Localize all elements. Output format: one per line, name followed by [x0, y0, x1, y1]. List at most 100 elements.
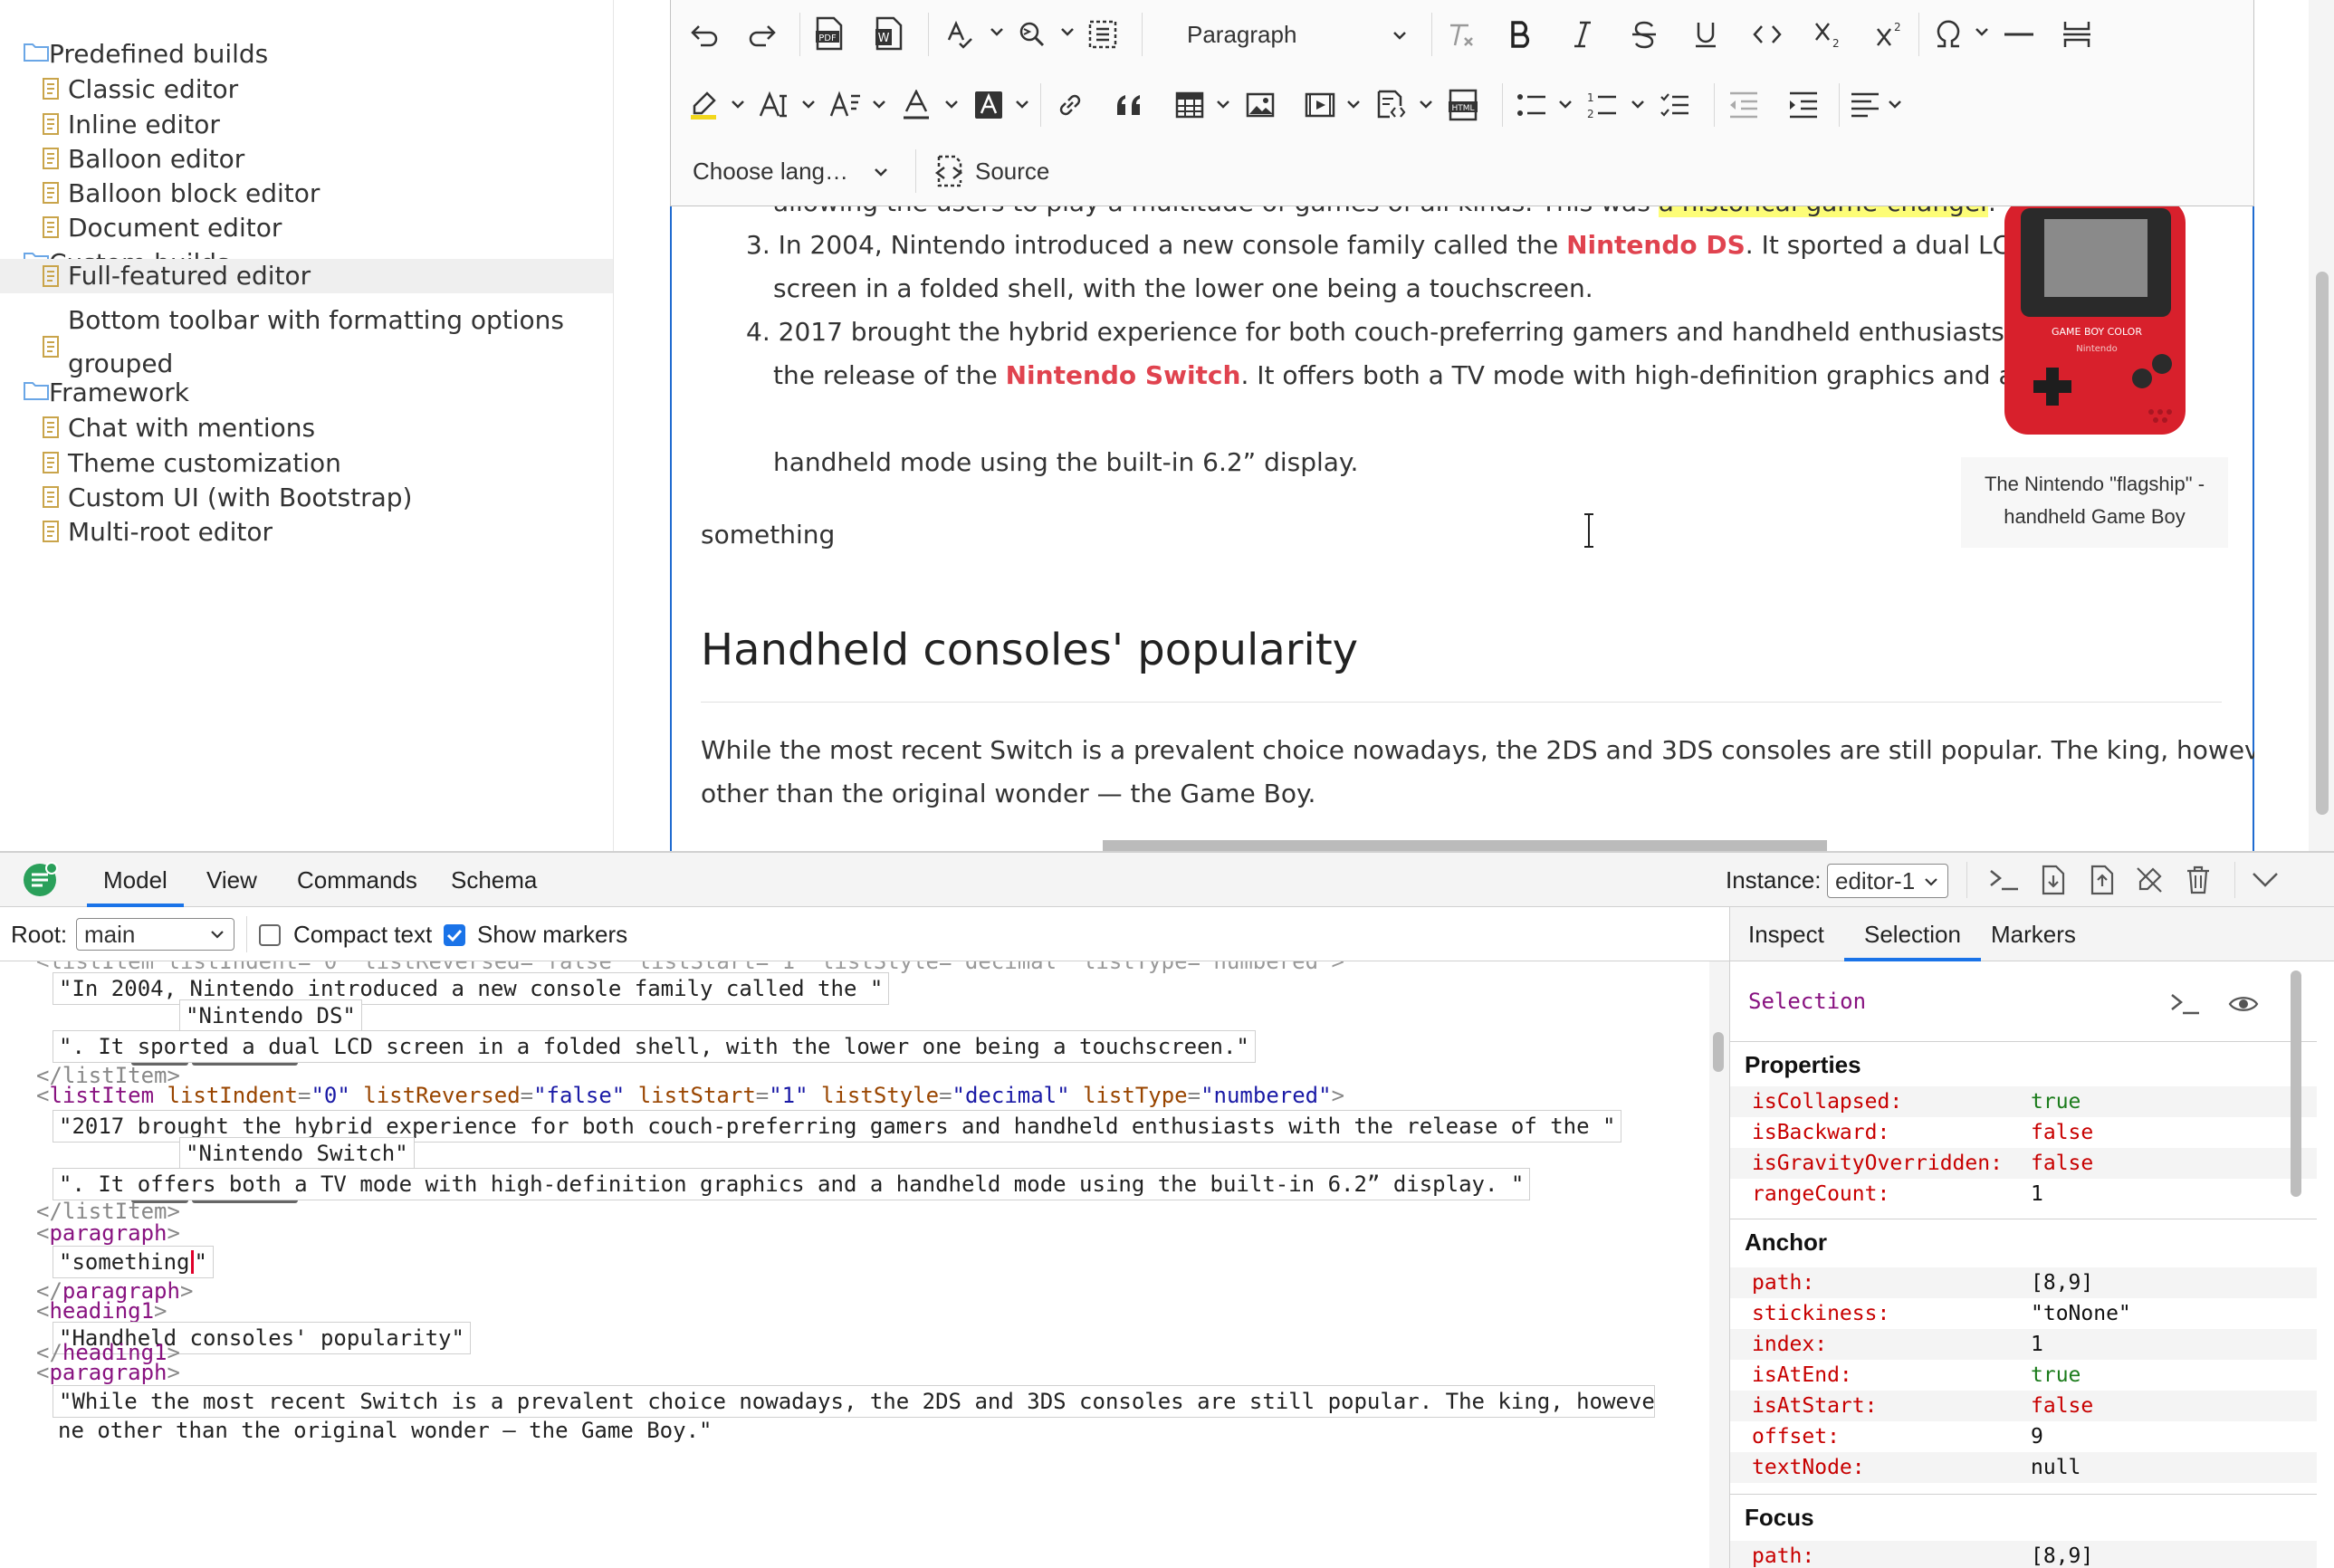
load-data-icon[interactable] [2084, 862, 2120, 898]
model-text-node[interactable]: "Nintendo DS" [179, 999, 362, 1032]
heading-divider [701, 702, 2222, 703]
scrollbar-thumb[interactable] [2291, 970, 2301, 1197]
font-color-icon[interactable] [895, 83, 937, 127]
tab-view[interactable]: View [190, 853, 273, 907]
align-icon[interactable] [1844, 83, 1886, 127]
table-icon[interactable] [1169, 83, 1210, 127]
model-text-node[interactable]: "While the most recent Switch is a preva… [53, 1385, 1655, 1418]
svg-text:2: 2 [1894, 21, 1901, 33]
font-background-icon[interactable] [968, 83, 1009, 127]
tab-markers[interactable]: Markers [1975, 907, 2092, 961]
sidebar-item-multi-root-editor[interactable]: Multi-root editor [0, 511, 613, 554]
export-pdf-icon[interactable]: PDF [808, 11, 850, 56]
scrollbar-thumb[interactable] [2316, 272, 2329, 815]
select-all-icon[interactable] [1082, 13, 1124, 56]
redo-icon[interactable] [741, 13, 783, 56]
export-word-icon[interactable]: W [868, 11, 910, 56]
strikethrough-icon[interactable] [1623, 13, 1665, 56]
model-tree[interactable]: <listItem listIndent="0" listReversed="f… [0, 961, 1709, 1568]
chevron-down-icon[interactable] [801, 100, 816, 109]
chevron-down-icon[interactable] [990, 27, 1004, 36]
model-text-node-selected[interactable]: "something " [53, 1246, 214, 1278]
page-break-icon[interactable] [2056, 13, 2098, 56]
model-text-node[interactable]: "Nintendo Switch" [179, 1137, 415, 1170]
compact-text-checkbox[interactable] [259, 924, 281, 946]
paragraph-format-dropdown[interactable]: Paragraph [1180, 13, 1420, 56]
link-icon[interactable] [1049, 83, 1091, 127]
html-embed-icon[interactable]: HTML [1442, 83, 1484, 127]
font-size-icon[interactable] [754, 83, 796, 127]
chevron-down-icon[interactable] [1419, 100, 1433, 109]
model-scrollbar[interactable] [1709, 961, 1729, 1568]
list-item-4-line2: the release of the Nintendo Switch. It o… [773, 354, 2014, 397]
chevron-down-icon[interactable] [1216, 100, 1230, 109]
source-button[interactable]: Source [933, 149, 1049, 193]
chevron-down-icon[interactable] [731, 100, 745, 109]
bulleted-list-icon[interactable] [1511, 83, 1553, 127]
code-language-dropdown[interactable]: Choose lang… [693, 149, 901, 193]
instance-select[interactable]: editor-1 [1827, 864, 1948, 898]
model-open-listitem[interactable]: <listItem listIndent="0" listReversed="f… [36, 1079, 1344, 1112]
model-text-node[interactable]: "In 2004, Nintendo introduced a new cons… [53, 972, 890, 1005]
blockquote-icon[interactable] [1109, 83, 1151, 127]
show-markers-checkbox[interactable] [444, 924, 465, 946]
scrollbar-thumb[interactable] [1713, 1032, 1724, 1072]
subscript-icon[interactable]: 2 [1808, 13, 1850, 56]
root-select[interactable]: main [76, 918, 234, 951]
collapse-inspector-icon[interactable] [2247, 862, 2283, 898]
chevron-down-icon[interactable] [1060, 27, 1075, 36]
font-family-icon[interactable] [825, 83, 866, 127]
console-log-icon[interactable] [2170, 992, 2201, 1016]
model-open-paragraph[interactable]: <paragraph> [36, 1356, 180, 1389]
find-replace-icon[interactable] [1011, 13, 1053, 56]
console-log-icon[interactable] [1986, 862, 2023, 898]
prop-value: [8,9] [2031, 1271, 2094, 1295]
eye-icon[interactable] [2228, 994, 2259, 1014]
tab-schema[interactable]: Schema [435, 853, 553, 907]
chevron-down-icon[interactable] [872, 100, 886, 109]
chevron-down-icon[interactable] [1015, 100, 1029, 109]
model-text-node[interactable]: ". It offers both a TV mode with high-de… [53, 1168, 1531, 1200]
undo-icon[interactable] [684, 13, 725, 56]
destroy-editor-icon[interactable] [2180, 862, 2216, 898]
highlight-icon[interactable] [684, 83, 725, 127]
tab-commands[interactable]: Commands [281, 853, 434, 907]
chevron-down-icon[interactable] [944, 100, 959, 109]
horizontal-line-icon[interactable] [1998, 13, 2040, 56]
page-scrollbar[interactable] [2309, 0, 2334, 851]
remove-format-icon[interactable] [1440, 13, 1482, 56]
device-label: GAME BOY COLOR [2052, 326, 2142, 338]
image-caption: The Nintendo "flagship" - handheld Game … [1961, 457, 2228, 548]
image-icon[interactable] [1239, 83, 1281, 127]
prop-key: isCollapsed: [1752, 1090, 1903, 1114]
brand-link-nintendo-switch: Nintendo Switch [1005, 360, 1241, 390]
tab-inspect[interactable]: Inspect [1730, 907, 1842, 961]
chevron-down-icon[interactable] [1888, 100, 1902, 109]
toggle-readonly-icon[interactable] [2131, 862, 2167, 898]
indent-icon[interactable] [1783, 83, 1824, 127]
numbered-list-icon[interactable]: 12 [1582, 83, 1623, 127]
todo-list-icon[interactable] [1654, 83, 1696, 127]
outdent-icon[interactable] [1723, 83, 1765, 127]
chevron-down-icon[interactable] [1631, 100, 1645, 109]
template-icon[interactable] [1370, 83, 1411, 127]
superscript-icon[interactable]: 2 [1870, 13, 1911, 56]
bold-icon[interactable] [1500, 13, 1542, 56]
italic-icon[interactable] [1562, 13, 1603, 56]
tag-name: paragraph [49, 1220, 167, 1246]
media-icon[interactable] [1299, 83, 1341, 127]
tab-selection[interactable]: Selection [1844, 907, 1981, 961]
model-text-node[interactable]: ". It sported a dual LCD screen in a fol… [53, 1030, 1256, 1063]
special-characters-icon[interactable] [1927, 13, 1969, 56]
chevron-down-icon[interactable] [1558, 100, 1573, 109]
spellcheck-icon[interactable] [939, 13, 980, 56]
chevron-down-icon[interactable] [1346, 100, 1361, 109]
model-open-paragraph[interactable]: <paragraph> [36, 1217, 180, 1249]
selection-scrollbar[interactable] [2287, 961, 2305, 1568]
code-icon[interactable] [1746, 13, 1788, 56]
sidebar-item-full-featured-editor[interactable]: Full-featured editor [0, 259, 613, 293]
chevron-down-icon[interactable] [1975, 27, 1989, 36]
tab-model[interactable]: Model [87, 853, 184, 907]
save-data-icon[interactable] [2035, 862, 2071, 898]
underline-icon[interactable] [1685, 13, 1727, 56]
